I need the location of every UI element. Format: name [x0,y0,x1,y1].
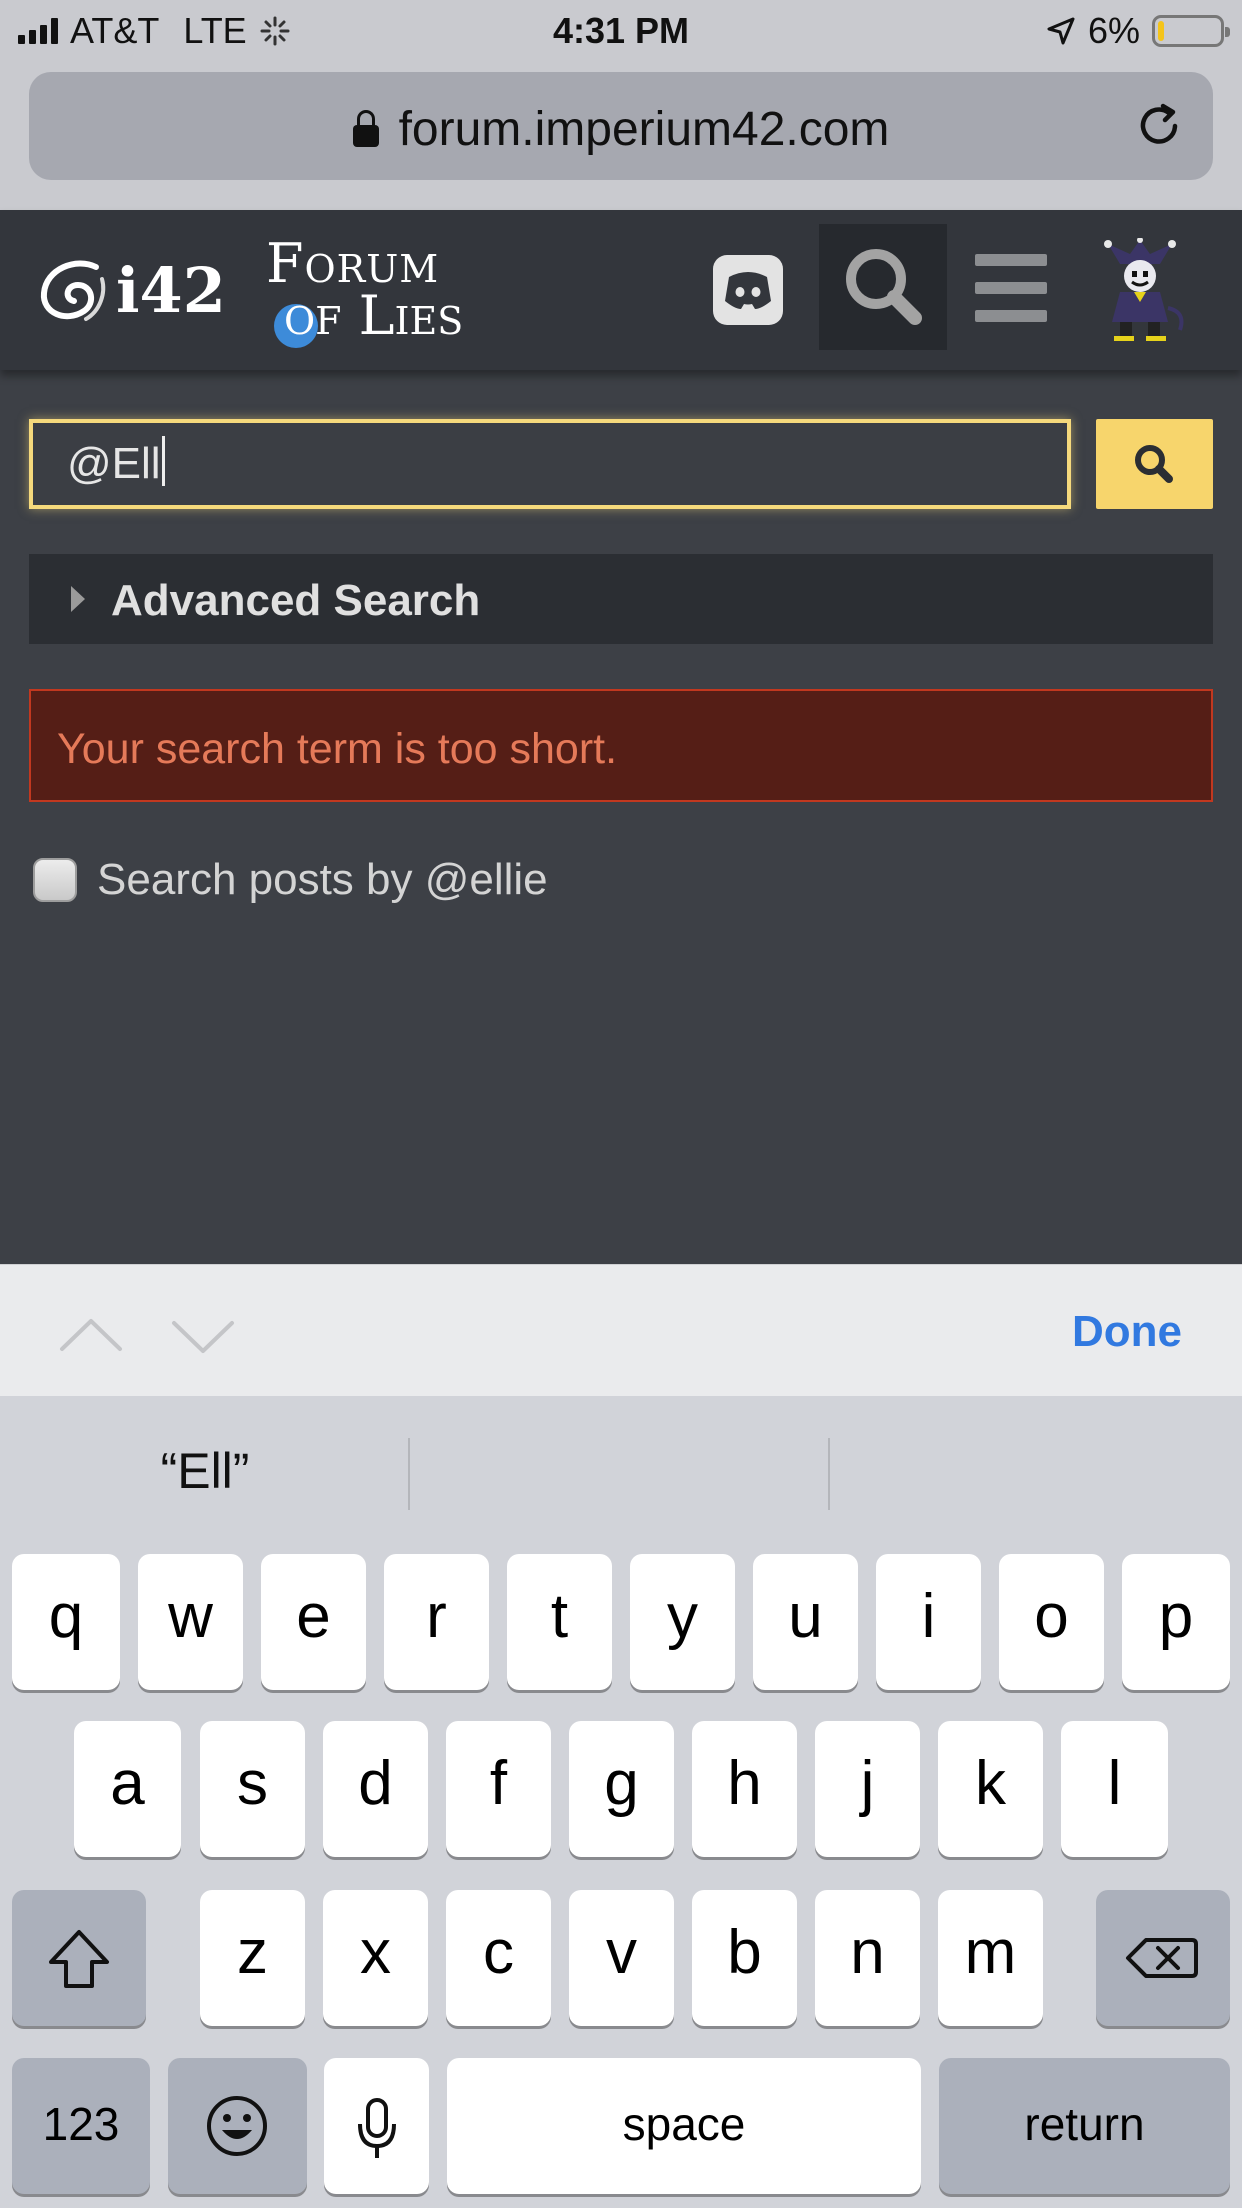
suggestion-bar: “Ell” [0,1396,1242,1546]
key-o[interactable]: o [999,1554,1104,1690]
advanced-search-toggle[interactable]: Advanced Search [29,554,1213,644]
forum-header: i42 Forum of Lies [0,210,1242,370]
swirl-logo-icon [40,260,106,321]
numbers-key[interactable]: 123 [12,2058,150,2194]
discord-button[interactable] [713,255,783,325]
header-search-button[interactable] [819,224,947,350]
key-g[interactable]: g [569,1721,674,1857]
discord-icon [725,272,771,309]
battery-icon [1152,15,1230,47]
shift-key[interactable] [12,1890,146,2026]
microphone-icon [358,2098,396,2158]
key-w[interactable]: w [138,1554,243,1690]
emoji-key[interactable] [168,2058,307,2194]
suggestion-divider [828,1438,830,1510]
chevron-down-icon[interactable] [170,1305,236,1371]
emoji-icon [207,2096,267,2156]
url-text[interactable]: forum.imperium42.com [399,103,890,156]
location-arrow-icon [1047,17,1075,45]
key-l[interactable]: l [1061,1721,1168,1857]
search-posts-checkbox-label[interactable]: Search posts by @ellie [97,855,548,905]
backspace-icon [1126,1938,1198,1978]
key-d[interactable]: d [323,1721,428,1857]
address-bar[interactable]: forum.imperium42.com [29,72,1213,180]
done-button[interactable]: Done [1072,1307,1182,1357]
reload-icon[interactable] [1133,100,1185,152]
key-p[interactable]: p [1122,1554,1230,1690]
key-a[interactable]: a [74,1721,181,1857]
suggestion-1[interactable]: “Ell” [0,1442,410,1500]
backspace-key[interactable] [1096,1890,1230,2026]
key-s[interactable]: s [200,1721,305,1857]
status-bar: AT&T LTE 4:31 PM 6% [0,0,1242,60]
hamburger-menu-icon[interactable] [975,254,1047,326]
search-query-text[interactable]: @Ell [67,439,161,488]
key-i[interactable]: i [876,1554,981,1690]
key-n[interactable]: n [815,1890,920,2026]
address-text-container[interactable]: forum.imperium42.com [29,102,1213,157]
search-posts-by-user-option[interactable]: Search posts by @ellie [33,853,548,907]
text-caret [161,436,165,486]
search-input[interactable]: @Ell [29,419,1071,509]
search-submit-button[interactable] [1096,419,1213,509]
browser-chrome: forum.imperium42.com [0,60,1242,210]
key-m[interactable]: m [938,1890,1043,2026]
key-h[interactable]: h [692,1721,797,1857]
forum-logo-line2: of Lies [284,284,464,347]
key-b[interactable]: b [692,1890,797,2026]
key-y[interactable]: y [630,1554,735,1690]
shift-icon [49,1930,109,1988]
key-e[interactable]: e [261,1554,366,1690]
key-v[interactable]: v [569,1890,674,2026]
key-z[interactable]: z [200,1890,305,2026]
search-icon [846,249,922,325]
keyboard: “Ell” q w e r t y u i o p a s d f g h j … [0,1396,1242,2208]
key-f[interactable]: f [446,1721,551,1857]
key-u[interactable]: u [753,1554,858,1690]
expand-triangle-icon [71,586,85,612]
return-key[interactable]: return [939,2058,1230,2194]
user-avatar[interactable] [1090,237,1190,342]
suggestion-divider [408,1438,410,1510]
key-t[interactable]: t [507,1554,612,1690]
status-right: 6% [1046,10,1230,52]
search-posts-checkbox[interactable] [33,858,77,902]
search-icon [1135,445,1173,483]
i42-logo-text: i42 [116,253,226,327]
lock-icon [352,110,379,147]
keyboard-accessory-bar: Done [0,1264,1242,1396]
error-message-box: Your search term is too short. [29,689,1213,802]
battery-percent: 6% [1087,10,1140,51]
microphone-key[interactable] [324,2058,429,2194]
forum-of-lies-logo[interactable]: Forum of Lies [262,232,502,352]
key-j[interactable]: j [815,1721,920,1857]
key-q[interactable]: q [12,1554,120,1690]
key-c[interactable]: c [446,1890,551,2026]
error-message-text: Your search term is too short. [57,725,618,773]
jester-avatar-icon [1104,237,1184,341]
key-k[interactable]: k [938,1721,1043,1857]
i42-logo[interactable]: i42 [36,250,226,330]
key-r[interactable]: r [384,1554,489,1690]
space-key[interactable]: space [447,2058,921,2194]
chevron-up-icon[interactable] [58,1305,124,1371]
key-x[interactable]: x [323,1890,428,2026]
advanced-search-label: Advanced Search [111,576,481,625]
